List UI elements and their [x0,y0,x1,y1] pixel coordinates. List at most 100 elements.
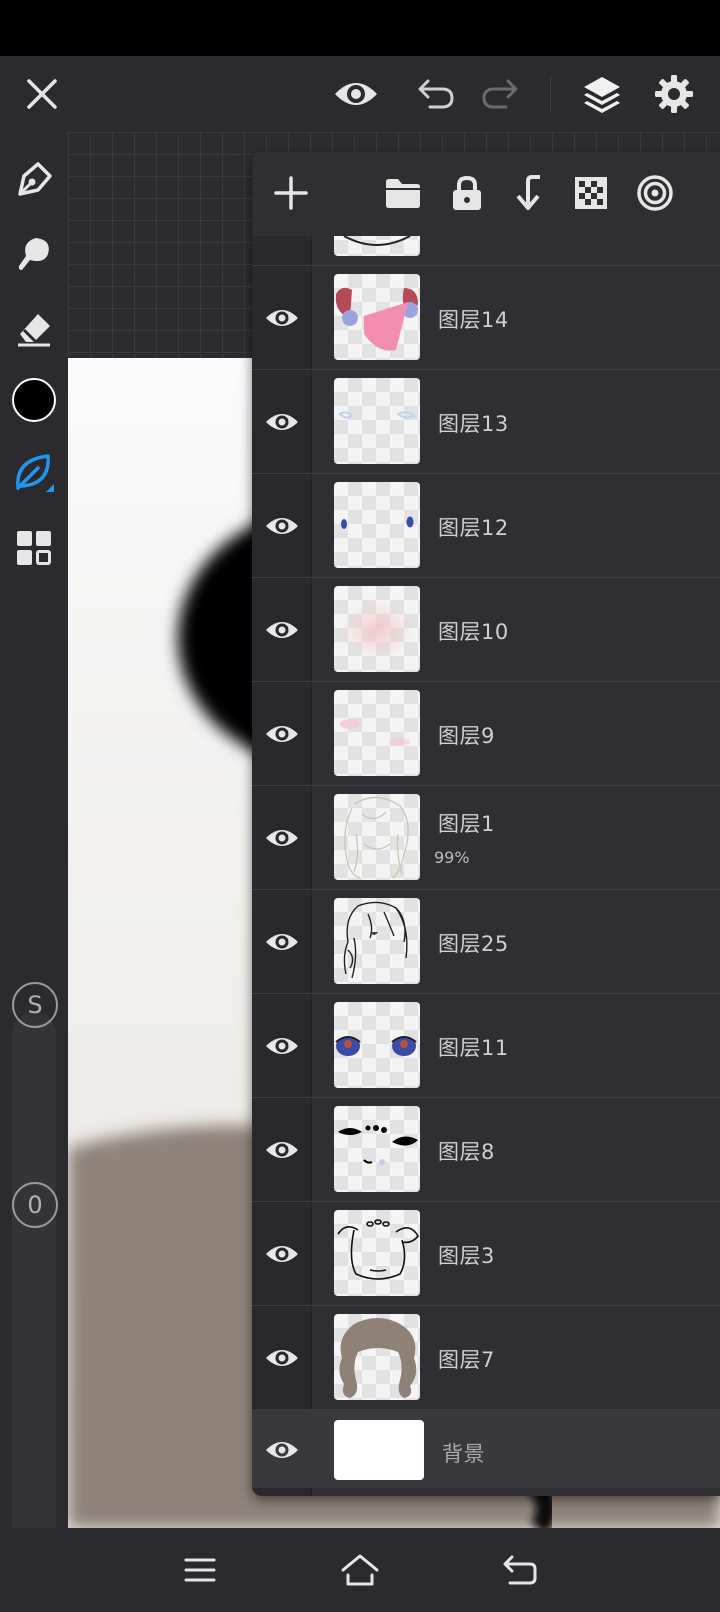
plus-icon [274,176,308,210]
transparency-icon [575,177,607,209]
brush-size-slider[interactable]: S [12,982,58,1028]
toolbar-divider [550,76,551,112]
undo-button[interactable] [412,72,460,116]
layer-visibility-toggle[interactable] [264,1030,300,1062]
pen-tool-button[interactable] [10,156,58,204]
system-navigation-bar [0,1528,720,1612]
brush-opacity-slider[interactable]: 0 [12,1182,58,1228]
layer-row[interactable]: 图层9 [252,682,720,786]
merge-down-icon [516,175,540,210]
opacity-label: 0 [27,1191,43,1219]
layer-visibility-toggle[interactable] [264,1134,300,1166]
layer-list[interactable]: 图层14 图层13 图层12 图层10 图层9 图层1 99% 图层25 图层1… [252,236,720,1496]
layer-visibility-toggle[interactable] [264,510,300,542]
transparency-lock-button[interactable] [566,168,616,218]
layer-row[interactable]: 图层7 [252,1306,720,1410]
layer-visibility-toggle[interactable] [264,718,300,750]
layer-thumbnail [334,378,420,464]
brush-library-button[interactable] [10,448,58,496]
home-icon [341,1554,379,1586]
layer-visibility-toggle[interactable] [264,614,300,646]
color-swatch [12,378,56,422]
color-picker-button[interactable] [10,376,58,424]
layer-visibility-toggle[interactable] [264,1238,300,1270]
eraser-icon [18,314,50,347]
layer-row[interactable]: 图层11 [252,994,720,1098]
layer-name: 图层10 [438,620,509,644]
layers-button[interactable] [578,72,626,116]
layer-name: 图层14 [438,308,509,332]
back-button[interactable] [492,1542,548,1598]
layer-row[interactable]: 图层12 [252,474,720,578]
close-button[interactable] [18,72,66,116]
redo-button[interactable] [476,72,524,116]
eye-icon [266,726,298,742]
layer-visibility-toggle[interactable] [264,1342,300,1374]
layer-name: 图层25 [438,932,509,956]
reference-layer-button[interactable] [630,168,680,218]
redo-icon [482,79,518,109]
eye-icon [266,622,298,638]
layers-panel: 图层14 图层13 图层12 图层10 图层9 图层1 99% 图层25 图层1… [252,152,720,1496]
grid-icon [17,531,51,565]
layer-visibility-toggle[interactable] [264,822,300,854]
merge-down-button[interactable] [504,168,554,218]
leaf-brush-icon [16,454,54,492]
layer-name: 图层11 [438,1036,509,1060]
layer-visibility-toggle[interactable] [264,1434,300,1466]
menu-button[interactable] [172,1542,228,1598]
eraser-tool-button[interactable] [10,304,58,352]
layer-visibility-toggle[interactable] [264,926,300,958]
size-label: S [27,991,43,1019]
layer-name: 图层8 [438,1140,495,1164]
add-folder-button[interactable] [378,168,428,218]
smudge-tool-button[interactable] [10,230,58,278]
undo-icon [418,79,454,109]
layer-visibility-toggle[interactable] [264,302,300,334]
smudge-icon [18,238,49,270]
eye-icon [266,518,298,534]
layer-row-partial[interactable] [252,236,720,266]
home-button[interactable] [332,1542,388,1598]
eye-icon [266,414,298,430]
layer-thumbnail [334,898,420,984]
add-layer-button[interactable] [266,168,316,218]
brush-slider-track[interactable] [12,1012,56,1568]
layer-thumbnail [334,1106,420,1192]
layer-row[interactable]: 图层1 99% [252,786,720,890]
layer-opacity-value: 99% [434,848,470,867]
eye-icon [266,1442,298,1458]
layer-row-background[interactable]: 背景 [252,1410,720,1488]
layer-visibility-toggle[interactable] [264,406,300,438]
eye-icon [266,1142,298,1158]
layer-thumbnail [334,586,420,672]
settings-button[interactable] [650,72,698,116]
gallery-button[interactable] [10,524,58,572]
layer-thumbnail [334,1210,420,1296]
layer-thumbnail [334,274,420,360]
status-bar [0,0,720,56]
layer-name: 图层7 [438,1348,495,1372]
layer-row[interactable]: 图层13 [252,370,720,474]
layer-row[interactable]: 图层25 [252,890,720,994]
preview-button[interactable] [332,72,380,116]
layer-row[interactable]: 图层8 [252,1098,720,1202]
folder-icon [386,179,420,208]
eye-icon [266,830,298,846]
layer-row[interactable]: 图层3 [252,1202,720,1306]
layers-panel-toolbar [252,152,720,236]
layer-name: 图层13 [438,412,509,436]
lock-layer-button[interactable] [442,168,492,218]
layer-row[interactable]: 图层14 [252,266,720,370]
pen-icon [18,162,52,196]
target-icon [637,175,673,211]
eye-icon [266,934,298,950]
layer-name: 背景 [442,1442,485,1466]
layer-row[interactable]: 图层10 [252,578,720,682]
layer-name: 图层3 [438,1244,495,1268]
top-toolbar [0,56,720,132]
gear-icon [655,75,693,113]
layer-name: 图层1 [438,812,495,836]
eye-icon [266,1350,298,1366]
menu-icon [184,1558,216,1582]
